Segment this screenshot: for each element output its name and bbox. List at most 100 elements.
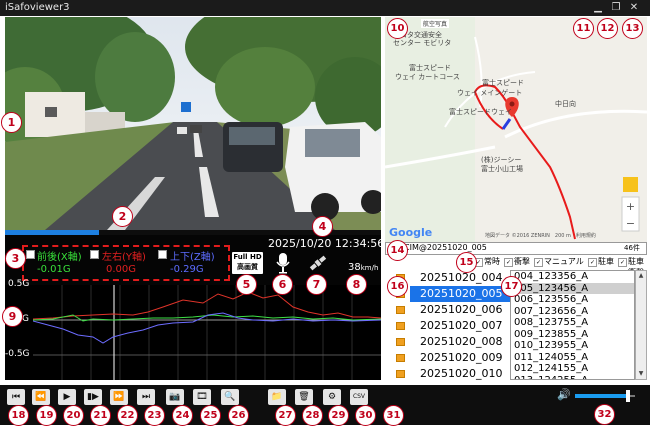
event-list-item[interactable]: 006_123556_A [511,294,634,306]
gsensor-graph[interactable]: 0.5G G -0.5G [5,279,381,380]
day-list-item[interactable]: 20251020_007 [410,318,510,334]
skip-start-icon: ⏮ [11,392,21,402]
fast-forward-button[interactable]: ⏩ [110,389,128,405]
speed-readout: 38km/h [348,262,378,273]
gsensor-z-value: -0.29G [170,264,204,275]
day-list-item[interactable]: 20251020_009 [410,350,510,366]
event-list-item[interactable]: 005_123456_A [511,282,634,294]
map-view[interactable]: + − 航空写真 トヨタ交通安全 センター モビリタ 富士スピード ウェイ カー… [385,17,647,242]
restore-icon[interactable]: ❐ [610,2,622,14]
callout-number-23: 23 [144,405,165,426]
callout-number-18: 18 [8,405,29,426]
zoom-icon: 🔍 [224,392,236,402]
step-frame-button[interactable]: ▮▶ [84,389,102,405]
callout-number-17: 17 [501,276,522,297]
day-label: 20251020_009 [420,351,503,364]
callout-number-24: 24 [172,405,193,426]
day-list[interactable]: 20251020_004 20251020_005 20251020_006 2025… [410,270,510,380]
map-label: 富士小山工場 [481,165,523,173]
open-folder-button[interactable]: 📁 [268,389,286,405]
callout-number-12: 12 [597,18,618,39]
event-list-item[interactable]: 011_124055_A [511,352,634,364]
speaker-icon: 🔊 [557,388,571,401]
gsensor-y-checkbox[interactable] [90,250,99,259]
callout-number-16: 16 [387,276,408,297]
gsensor-x-checkbox[interactable] [26,250,35,259]
recording-datetime: 2025/10/20 12:34:56 [268,237,385,250]
close-icon[interactable]: ✕ [628,2,640,14]
callout-number-15: 15 [456,252,477,273]
callout-number-22: 22 [117,405,138,426]
callout-number-9: 9 [2,306,23,327]
callout-number-27: 27 [275,405,296,426]
folder-icon [396,322,405,330]
filter-checkbox[interactable]: ✓ [534,258,543,267]
record-clip-button[interactable]: 🎞 [193,389,211,405]
rewind-button[interactable]: ⏪ [32,389,50,405]
event-list-scrollbar[interactable]: ▲ ▼ [635,270,647,380]
filter-checkbox[interactable]: ✓ [618,258,627,267]
event-list-item[interactable]: 008_123755_A [511,317,634,329]
file-count: 46件 [624,244,640,252]
map-label: 富士スピード [482,79,524,87]
play-button[interactable]: ▶ [58,389,76,405]
event-list-item[interactable]: 010_123955_A [511,340,634,352]
day-list-item[interactable]: 20251020_010 [410,366,510,380]
map-label: 富士スピードウェイ [449,108,512,116]
zoom-button[interactable]: 🔍 [221,389,239,405]
map-label: 中日向 [555,100,576,108]
settings-icon: ⚙ [327,392,337,402]
snapshot-button[interactable]: 📷 [166,389,184,405]
gsensor-y-label: 左右(Y軸) [102,252,146,263]
event-list-item[interactable]: 004_123356_A [511,271,634,283]
day-list-item[interactable]: 20251020_006 [410,302,510,318]
filter-checkbox[interactable]: ✓ [504,258,513,267]
svg-text:−: − [626,217,635,230]
callout-number-6: 6 [272,274,293,295]
map-aerial-toggle[interactable]: 航空写真 [421,19,450,28]
callout-number-31: 31 [383,405,404,426]
callout-number-2: 2 [112,206,133,227]
day-list-item[interactable]: 20251020_005 [410,286,510,302]
graph-y-mid-label: G [22,314,29,324]
event-list-item[interactable]: 009_123855_A [511,329,634,341]
current-file-name: CIM@20251020_005 [404,243,487,252]
callout-number-29: 29 [328,405,349,426]
callout-number-30: 30 [355,405,376,426]
gsensor-y-value: 0.00G [106,264,137,275]
event-list-item[interactable]: 012_124155_A [511,363,634,375]
event-file-list[interactable]: 004_123356_A 005_123456_A 006_123556_A 007_… [510,270,635,380]
event-list-item[interactable]: 007_123656_A [511,306,634,318]
callout-number-28: 28 [302,405,323,426]
gsensor-x-value: -0.01G [37,264,71,275]
callout-number-13: 13 [622,18,643,39]
video-view[interactable] [5,17,381,230]
callout-number-32: 32 [594,404,615,425]
csv-export-button[interactable]: CSV [350,389,368,405]
callout-number-19: 19 [36,405,57,426]
day-list-item[interactable]: 20251020_008 [410,334,510,350]
callout-number-8: 8 [346,274,367,295]
callout-number-26: 26 [228,405,249,426]
skip-start-button[interactable]: ⏮ [7,389,25,405]
snapshot-icon: 📷 [169,392,181,402]
svg-text:+: + [626,200,635,213]
skip-end-button[interactable]: ⏭ [137,389,155,405]
minimize-icon[interactable]: ▁ [592,2,604,14]
play-icon: ▶ [63,392,71,402]
filter-label: 常時 [484,257,500,266]
gsensor-z-checkbox[interactable] [158,250,167,259]
filter-checkbox[interactable]: ✓ [588,258,597,267]
map-label: ウェイ メインゲート [457,89,523,97]
filter-label: マニュアル [544,257,584,266]
event-list-item[interactable]: 013_124255_A [511,375,634,380]
folder-icon [396,338,405,346]
map-label: センター モビリタ [393,39,452,47]
callout-number-7: 7 [306,274,327,295]
delete-button[interactable]: 🗑 [295,389,313,405]
callout-number-14: 14 [387,240,408,261]
settings-button[interactable]: ⚙ [323,389,341,405]
volume-knob[interactable] [626,390,630,402]
day-list-item[interactable]: 20251020_004 [410,270,510,286]
volume-control[interactable]: 🔊 [557,388,637,402]
